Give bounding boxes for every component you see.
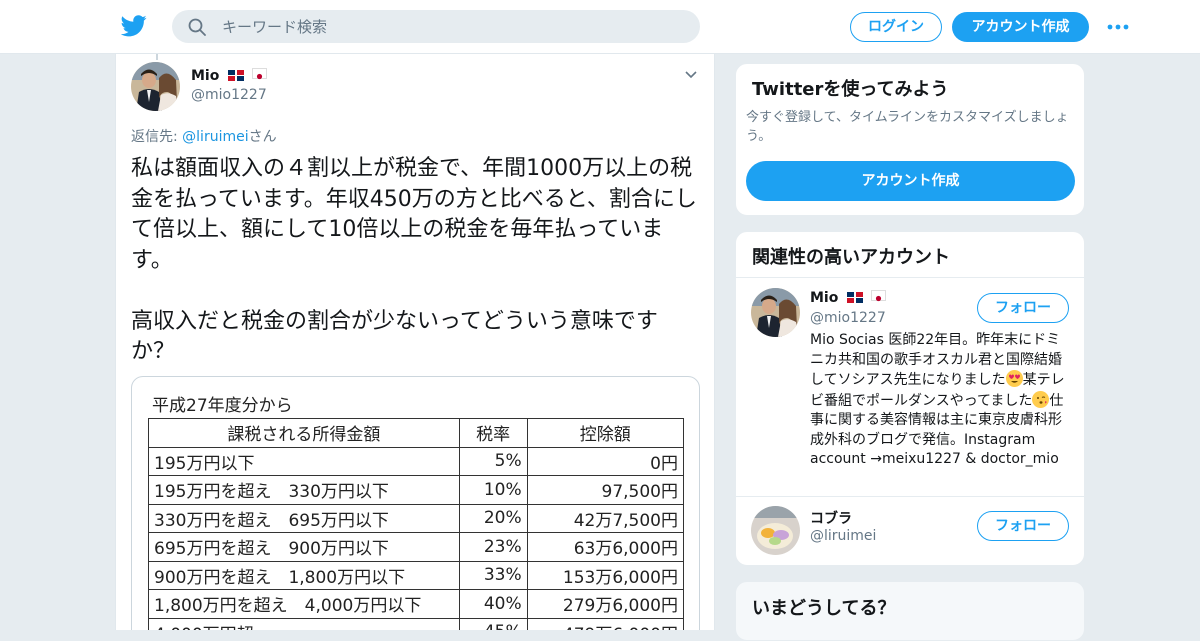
try-twitter-subtext: 今すぐ登録して、タイムラインをカスタマイズしましょう。 [746,110,1069,144]
reply-context: 返信先: @liruimeiさん [131,126,277,146]
table-header-cell: 控除額 [526,418,685,448]
account-handle[interactable]: @mio1227 [810,310,886,326]
table-cell: 5% [458,446,528,476]
account-name[interactable]: Mio [810,290,887,306]
heart-eyes-emoji-icon [1005,370,1023,387]
account-bio: Mio Socias 医師22年目。昨年末にドミニカ共和国の歌手オスカル君と国際… [810,331,1072,470]
table-cell: 900万円を超え 1,800万円以下 [148,560,460,590]
search-bar[interactable] [172,10,700,43]
table-cell: 20% [458,503,528,533]
signup-button[interactable]: アカウント作成 [952,12,1089,42]
table-cell: 479万6,000円 [526,617,685,630]
table-cell: 195万円を超え 330万円以下 [148,475,460,505]
table-row: 695万円を超え 900万円以下 23% 63万6,000円 [148,532,685,562]
table-cell: 330万円を超え 695万円以下 [148,503,460,533]
reply-suffix: さん [248,129,277,145]
tax-table-title: 平成27年度分から [152,396,293,416]
table-row: 4,000万円超 45% 479万6,000円 [148,617,685,630]
login-button[interactable]: ログイン [850,12,942,42]
table-row: 330万円を超え 695万円以下 20% 42万7,500円 [148,503,685,533]
divider [736,496,1084,497]
create-account-button[interactable]: アカウント作成 [746,161,1075,201]
twitter-bird-logo-icon[interactable] [121,14,147,38]
account-name-text[interactable]: Mio [810,290,838,306]
tax-rate-table: 課税される所得金額 税率 控除額 195万円以下 5% 0円 195万円を超え … [148,418,685,630]
account-name[interactable]: コブラ [810,508,852,528]
table-cell: 695万円を超え 900万円以下 [148,532,460,562]
table-cell: 1,800万円を超え 4,000万円以下 [148,589,460,619]
author-name[interactable]: Mio [191,68,268,84]
table-cell: 10% [458,475,528,505]
table-cell: 23% [458,532,528,562]
avatar[interactable] [751,506,800,555]
trends-card: いまどうしてる？ [735,581,1085,641]
table-cell: 279万6,000円 [526,589,685,619]
table-cell: 4,000万円超 [148,617,460,630]
table-header-cell: 税率 [458,418,528,448]
related-accounts-heading: 関連性の高いアカウント [752,247,950,268]
tweet-text: 私は額面収入の４割以上が税金で、年間1000万以上の税金を払っています。年収45… [131,156,697,364]
dominican-flag-icon [228,69,245,81]
avatar[interactable] [751,288,800,337]
search-input[interactable] [222,10,682,43]
kissing-face-emoji-icon [1032,390,1050,408]
author-handle[interactable]: @mio1227 [191,87,267,103]
table-row: 1,800万円を超え 4,000万円以下 40% 279万6,000円 [148,589,685,619]
author-name-text[interactable]: Mio [191,68,219,84]
follow-button[interactable]: フォロー [977,511,1069,541]
table-cell: 33% [458,560,528,590]
tweet-card: Mio @mio1227 返信先: @liruimeiさん 私は額面収入の４割以… [115,54,715,630]
dominican-flag-icon [847,291,864,303]
divider [736,277,1084,278]
table-cell: 153万6,000円 [526,560,685,590]
try-twitter-heading: Twitterを使ってみよう [752,79,949,100]
japan-flag-icon [252,68,268,80]
table-cell: 40% [458,589,528,619]
search-icon [188,18,206,36]
avatar[interactable] [131,62,180,111]
chevron-down-icon[interactable] [684,70,698,80]
reply-prefix: 返信先: [131,129,183,145]
table-header-row: 課税される所得金額 税率 控除額 [148,418,685,448]
table-cell: 42万7,500円 [526,503,685,533]
tweet-image-tax-table[interactable]: 平成27年度分から 課税される所得金額 税率 控除額 195万円以下 5% 0円… [131,376,700,630]
reply-mention-link[interactable]: @liruimei [182,129,248,145]
related-accounts-card: 関連性の高いアカウント Mio @mio1227 フォロー Mio Socias… [735,231,1085,566]
trends-heading: いまどうしてる？ [752,598,896,619]
related-account-item[interactable]: Mio @mio1227 フォロー Mio Socias 医師22年目。昨年末に… [736,288,1084,488]
try-twitter-card: Twitterを使ってみよう 今すぐ登録して、タイムラインをカスタマイズしましょ… [735,63,1085,216]
more-options-icon[interactable] [1107,24,1129,30]
top-navigation-bar: ログイン アカウント作成 [0,0,1200,54]
table-row: 900万円を超え 1,800万円以下 33% 153万6,000円 [148,560,685,590]
thread-connector [156,54,158,60]
table-cell: 195万円以下 [148,446,460,476]
table-row: 195万円を超え 330万円以下 10% 97,500円 [148,475,685,505]
table-header-cell: 課税される所得金額 [148,418,460,448]
follow-button[interactable]: フォロー [977,293,1069,323]
japan-flag-icon [871,290,887,302]
table-cell: 63万6,000円 [526,532,685,562]
related-account-item[interactable]: コブラ @liruimei フォロー [736,506,1084,558]
table-cell: 45% [458,617,528,630]
table-cell: 0円 [526,446,685,476]
table-row: 195万円以下 5% 0円 [148,446,685,476]
account-handle[interactable]: @liruimei [810,528,876,544]
table-cell: 97,500円 [526,475,685,505]
